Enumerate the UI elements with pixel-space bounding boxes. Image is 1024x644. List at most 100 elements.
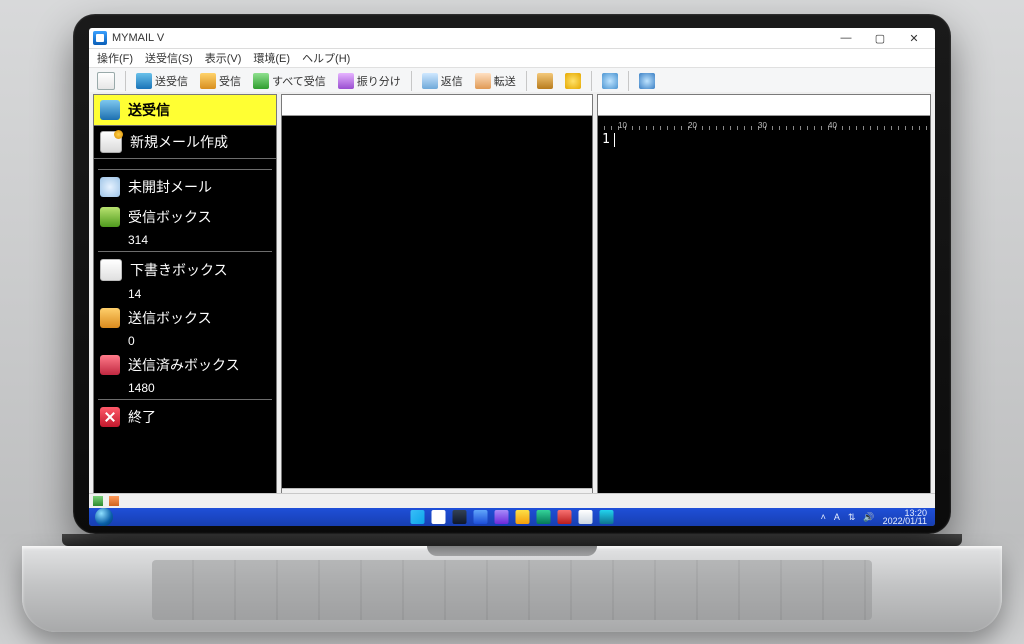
nav-new-mail[interactable]: 新規メール作成	[94, 126, 276, 159]
mail-list-pane	[281, 94, 593, 506]
taskbar-app-windows[interactable]	[411, 510, 425, 524]
toolbar-sort-label: 振り分け	[357, 73, 401, 89]
sort-icon	[338, 73, 354, 89]
status-indicator-icon	[109, 496, 119, 506]
taskbar-app-search[interactable]	[432, 510, 446, 524]
outbox-icon	[100, 308, 120, 328]
nav-drafts-label: 下書きボックス	[130, 260, 228, 280]
nav-sent[interactable]: 送信済みボックス 1480	[94, 350, 276, 397]
os-taskbar: ˄ A ⇅ 🔊 13:20 2022/01/11	[89, 508, 935, 526]
system-tray[interactable]: ˄ A ⇅ 🔊 13:20 2022/01/11	[821, 509, 935, 525]
menu-file[interactable]: 操作(F)	[92, 49, 138, 67]
nav-divider	[98, 251, 272, 252]
toolbar-help[interactable]	[634, 69, 660, 93]
mail-list-header[interactable]	[282, 95, 592, 116]
nav-divider	[98, 399, 272, 400]
toolbar-favorite[interactable]	[560, 69, 586, 93]
tray-clock[interactable]: 13:20 2022/01/11	[883, 509, 927, 525]
toolbar-send-receive[interactable]: 送受信	[131, 69, 193, 93]
taskbar-app-generic[interactable]	[579, 510, 593, 524]
taskbar-app-mymail[interactable]	[600, 510, 614, 524]
nav-new-mail-label: 新規メール作成	[130, 132, 228, 152]
menu-sendreceive[interactable]: 送受信(S)	[140, 49, 198, 67]
nav-outbox-label: 送信ボックス	[128, 308, 212, 328]
taskbar-center-apps	[411, 510, 614, 524]
nav-drafts[interactable]: 下書きボックス 14	[94, 254, 276, 303]
ruler-mark: 30	[758, 121, 828, 130]
tray-volume-icon[interactable]: 🔊	[863, 512, 874, 523]
editor-body[interactable]: 1	[598, 130, 930, 505]
spacer	[94, 159, 276, 167]
toolbar-reply[interactable]: 返信	[417, 69, 468, 93]
nav-divider	[98, 169, 272, 170]
nav-unread-label: 未開封メール	[128, 177, 212, 197]
taskbar-app-explorer[interactable]	[516, 510, 530, 524]
taskbar-app-taskview[interactable]	[453, 510, 467, 524]
forward-icon	[475, 73, 491, 89]
menubar: 操作(F) 送受信(S) 表示(V) 環境(E) ヘルプ(H)	[89, 49, 935, 68]
laptop-bezel: MYMAIL V — ▢ ✕ 操作(F) 送受信(S) 表示(V) 環境(E) …	[73, 14, 951, 534]
menu-view[interactable]: 表示(V)	[200, 49, 247, 67]
toolbar-forward[interactable]: 転送	[470, 69, 521, 93]
compose-icon	[97, 72, 115, 90]
nav-send-receive[interactable]: 送受信	[94, 95, 276, 126]
nav-inbox[interactable]: 受信ボックス 314	[94, 202, 276, 249]
editor-header[interactable]	[598, 95, 930, 116]
app-icon	[93, 31, 107, 45]
nav-exit-label: 終了	[128, 407, 156, 427]
ruler-mark: 20	[688, 121, 758, 130]
tray-chevron-icon[interactable]: ˄	[821, 512, 826, 522]
toolbar-separator	[591, 71, 592, 91]
unread-icon	[100, 177, 120, 197]
window-controls: — ▢ ✕	[829, 28, 931, 48]
help-icon	[639, 73, 655, 89]
nav-exit[interactable]: 終了	[94, 402, 276, 432]
minimize-button[interactable]: —	[829, 28, 863, 48]
toolbar-forward-label: 転送	[494, 73, 516, 89]
menu-environment[interactable]: 環境(E)	[248, 49, 295, 67]
tray-network-icon[interactable]: ⇅	[848, 512, 856, 523]
laptop-deck	[22, 546, 1002, 632]
toolbar-reply-label: 返信	[441, 73, 463, 89]
os-taskbar-wrap: ˄ A ⇅ 🔊 13:20 2022/01/11	[89, 508, 935, 526]
editor-line-number: 1	[602, 132, 610, 147]
toolbar-separator	[628, 71, 629, 91]
toolbar: 送受信 受信 すべて受信 振り分け 返信 転送	[89, 68, 935, 95]
taskbar-app-chat[interactable]	[495, 510, 509, 524]
laptop-hinge	[62, 534, 962, 546]
screen: MYMAIL V — ▢ ✕ 操作(F) 送受信(S) 表示(V) 環境(E) …	[89, 28, 935, 526]
nav-inbox-count: 314	[128, 233, 270, 247]
folder-nav: 送受信 新規メール作成 未開封メール 受信ボックス	[93, 94, 277, 506]
menu-help[interactable]: ヘルプ(H)	[297, 49, 355, 67]
nav-drafts-count: 14	[128, 287, 270, 301]
start-button[interactable]	[95, 508, 113, 526]
work-area: 送受信 新規メール作成 未開封メール 受信ボックス	[89, 92, 935, 512]
inbox-icon	[100, 207, 120, 227]
toolbar-address-book[interactable]	[532, 69, 558, 93]
toolbar-receive-all[interactable]: すべて受信	[248, 69, 331, 93]
taskbar-app-store[interactable]	[558, 510, 572, 524]
send-receive-icon	[136, 73, 152, 89]
toolbar-compose[interactable]	[92, 69, 120, 93]
nav-sent-label: 送信済みボックス	[128, 355, 240, 375]
nav-outbox[interactable]: 送信ボックス 0	[94, 303, 276, 350]
drafts-icon	[100, 259, 122, 281]
close-button[interactable]: ✕	[897, 28, 931, 48]
toolbar-search[interactable]	[597, 69, 623, 93]
taskbar-app-widgets[interactable]	[474, 510, 488, 524]
tray-ime-indicator[interactable]: A	[834, 512, 840, 522]
sent-icon	[100, 355, 120, 375]
toolbar-receive-label: 受信	[219, 73, 241, 89]
ruler-mark: 40	[828, 121, 898, 130]
search-icon	[602, 73, 618, 89]
toolbar-receive[interactable]: 受信	[195, 69, 246, 93]
nav-sent-count: 1480	[128, 381, 270, 395]
nav-unread[interactable]: 未開封メール	[94, 172, 276, 202]
ruler-mark: 10	[618, 121, 688, 130]
receive-all-icon	[253, 73, 269, 89]
taskbar-app-edge[interactable]	[537, 510, 551, 524]
mail-list-body[interactable]	[282, 116, 592, 488]
maximize-button[interactable]: ▢	[863, 28, 897, 48]
toolbar-sort[interactable]: 振り分け	[333, 69, 406, 93]
window-titlebar: MYMAIL V — ▢ ✕	[89, 28, 935, 49]
